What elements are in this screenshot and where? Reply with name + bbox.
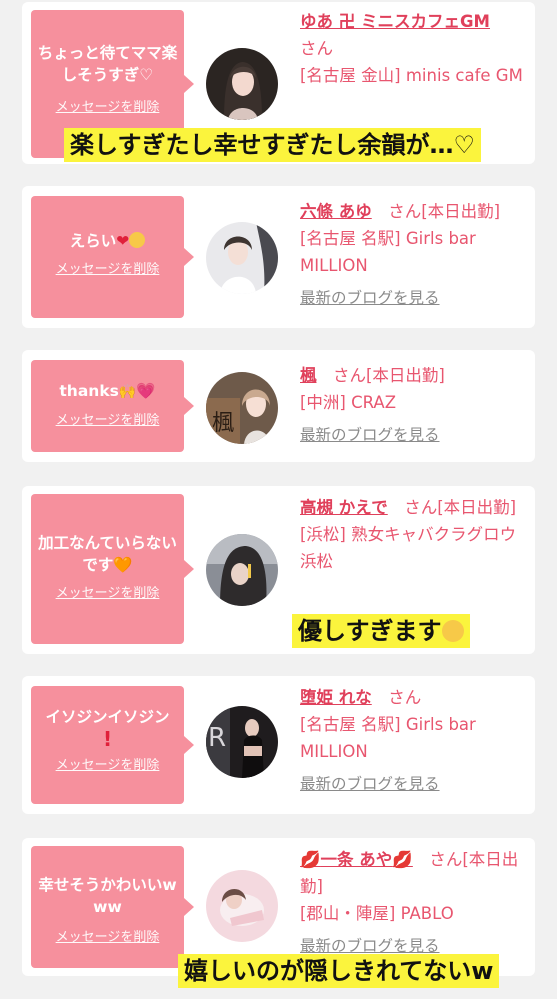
status-badge: [本日出勤] [366, 366, 445, 385]
message-bubble: thanks🙌💗 メッセージを削除 [31, 360, 194, 452]
message-text: イソジンイソジン! [45, 708, 170, 751]
message-bubble: えらい❤ メッセージを削除 [31, 196, 194, 318]
honorific: さん [429, 850, 463, 869]
message-card: 加工なんていらないです🧡 メッセージを削除 高槻 かえで さん[本日出勤] [浜… [22, 486, 535, 654]
delete-message-link[interactable]: メッセージを削除 [56, 409, 160, 428]
honorific: さん [388, 688, 422, 707]
honorific: さん [333, 366, 366, 385]
delete-message-link[interactable]: メッセージを削除 [56, 258, 160, 277]
cast-name-link[interactable]: 💋一条 あや💋 [300, 850, 413, 869]
latest-blog-link[interactable]: 最新のブログを見る [300, 285, 440, 312]
avatar-image [206, 48, 278, 120]
shop-info: [名古屋 名駅] Girls bar MILLION [300, 229, 476, 275]
delete-message-link[interactable]: メッセージを削除 [56, 582, 160, 601]
message-text: えらい❤ [37, 230, 178, 252]
shop-info: [中洲] CRAZ [300, 393, 397, 412]
hands-icon: 🙌 [118, 384, 137, 400]
delete-message-link[interactable]: メッセージを削除 [56, 96, 160, 115]
cast-name-link[interactable]: 楓 [300, 366, 317, 385]
status-badge: [本日出勤] [421, 202, 501, 221]
avatar-image: 楓 [206, 372, 278, 444]
avatar-image [206, 870, 278, 942]
cast-name-link[interactable]: ゆあ 卍 ミニスカフェGM [300, 12, 490, 31]
cast-info: 楓 さん[本日出勤] [中洲] CRAZ 最新のブログを見る [300, 362, 530, 449]
pleading-face-icon [129, 232, 146, 248]
avatar-image [206, 222, 278, 294]
lips-icon: 💋 [392, 850, 413, 869]
cast-name-link[interactable]: 六條 あゆ [300, 202, 372, 221]
shop-info: [名古屋 名駅] Girls bar MILLION [300, 715, 476, 761]
avatar-image [206, 534, 278, 606]
message-bubble: 幸せそうかわいいwww メッセージを削除 [31, 846, 194, 968]
orange-heart-icon: 🧡 [113, 556, 133, 574]
message-card: thanks🙌💗 メッセージを削除 楓 楓 さん[本日出勤] [中洲] CRAZ… [22, 350, 535, 462]
message-bubble: イソジンイソジン! メッセージを削除 [31, 686, 194, 804]
message-card: 幸せそうかわいいwww メッセージを削除 💋一条 あや💋 さん[本日出勤] [郡… [22, 838, 535, 988]
avatar-image: R [206, 706, 278, 778]
svg-text:楓: 楓 [212, 411, 234, 436]
overlay-caption: 優しすぎます [292, 614, 470, 648]
honorific: さん [404, 498, 438, 517]
svg-text:R: R [208, 723, 226, 753]
honorific: さん [388, 202, 422, 221]
cast-info: ゆあ 卍 ミニスカフェGM さん [名古屋 金山] minis cafe GM [300, 8, 530, 89]
pleading-face-icon [441, 620, 464, 642]
red-heart-icon: ❤ [116, 232, 130, 250]
shop-info: [浜松] 熟女キャバクラグロウ 浜松 [300, 525, 517, 571]
cast-info: 六條 あゆ さん[本日出勤] [名古屋 名駅] Girls bar MILLIO… [300, 198, 530, 312]
exclamation-icon: ! [102, 727, 113, 751]
shop-info: [郡山・陣屋] PABLO [300, 904, 454, 923]
avatar[interactable]: R [206, 706, 278, 778]
avatar[interactable] [206, 48, 278, 120]
avatar[interactable] [206, 534, 278, 606]
status-badge: [本日出勤] [437, 498, 517, 517]
message-card: イソジンイソジン! メッセージを削除 R 堕姫 れな さん [名古屋 名駅] G… [22, 676, 535, 814]
avatar[interactable] [206, 222, 278, 294]
delete-message-link[interactable]: メッセージを削除 [56, 926, 160, 945]
cast-info: 高槻 かえで さん[本日出勤] [浜松] 熟女キャバクラグロウ 浜松 [300, 494, 530, 575]
overlay-caption: 嬉しいのが隠しきれてないw [178, 954, 500, 988]
shop-info: [名古屋 金山] minis cafe GM [300, 66, 523, 85]
latest-blog-link[interactable]: 最新のブログを見る [300, 771, 440, 798]
message-card: ちょっと待てママ楽しそうすぎ♡ メッセージを削除 ゆあ 卍 ミニスカフェGM さ… [22, 2, 535, 164]
lips-icon: 💋 [300, 850, 321, 869]
honorific: さん [300, 39, 333, 58]
cast-info: 💋一条 あや💋 さん[本日出勤] [郡山・陣屋] PABLO 最新のブログを見る [300, 846, 530, 960]
message-text: thanks🙌💗 [59, 382, 156, 400]
overlay-caption: 楽しすぎたし幸せすぎたし余韻が…♡ [64, 128, 482, 162]
cast-name-link[interactable]: 堕姫 れな [300, 688, 372, 707]
message-bubble: 加工なんていらないです🧡 メッセージを削除 [31, 494, 194, 644]
message-card: えらい❤ メッセージを削除 六條 あゆ さん[本日出勤] [名古屋 名駅] Gi… [22, 186, 535, 328]
avatar[interactable] [206, 870, 278, 942]
message-text: 幸せそうかわいいwww [38, 876, 177, 916]
message-text: 加工なんていらないです🧡 [38, 534, 177, 574]
message-text: ちょっと待てママ楽しそうすぎ♡ [37, 44, 178, 84]
avatar[interactable]: 楓 [206, 372, 278, 444]
latest-blog-link[interactable]: 最新のブログを見る [300, 422, 440, 449]
cast-name-link[interactable]: 高槻 かえで [300, 498, 388, 517]
sparkling-heart-icon: 💗 [136, 382, 156, 400]
delete-message-link[interactable]: メッセージを削除 [56, 754, 160, 773]
cast-info: 堕姫 れな さん [名古屋 名駅] Girls bar MILLION 最新のブ… [300, 684, 530, 798]
